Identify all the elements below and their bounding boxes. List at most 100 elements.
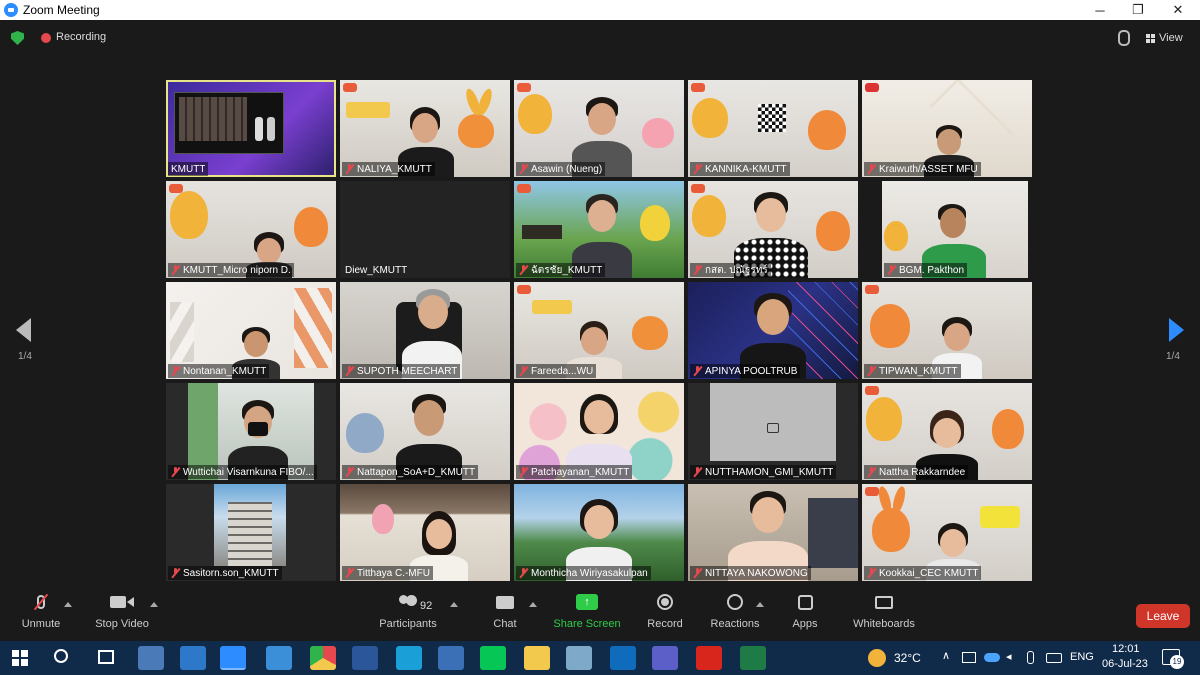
weather-sun-icon[interactable]: [868, 649, 886, 667]
video-tile[interactable]: Monthicha Wiriyasakulpan: [514, 484, 684, 581]
recording-icon: [41, 33, 51, 43]
line-icon[interactable]: [480, 646, 506, 670]
video-tile[interactable]: SUPOTH MEECHART: [340, 282, 510, 379]
acrobat-icon[interactable]: [696, 646, 722, 670]
video-tile[interactable]: Nontanan_KMUTT: [166, 282, 336, 379]
video-camera-icon: [110, 590, 134, 614]
participant-name: Patchayanan_KMUTT: [531, 466, 630, 478]
participant-name: Titthaya C.-MFU: [357, 567, 430, 579]
video-tile[interactable]: KMUTT_Micro niporn D.: [166, 181, 336, 278]
windows-start-icon[interactable]: [12, 650, 28, 666]
input-language[interactable]: ENG: [1070, 651, 1094, 663]
video-tile[interactable]: Fareeda...WU: [514, 282, 684, 379]
off-badge-icon: [343, 83, 357, 92]
video-tile[interactable]: Wuttichai Visarnkuna FIBO/...: [166, 383, 336, 480]
muted-mic-icon: [345, 568, 354, 578]
placeholder-image-icon: [767, 423, 779, 433]
participant-name: KMUTT_Micro niporn D.: [183, 264, 291, 276]
outlook-icon[interactable]: [610, 646, 636, 670]
video-tile[interactable]: Sasitorn.son_KMUTT: [166, 484, 336, 581]
network-icon[interactable]: [962, 652, 976, 663]
video-tile[interactable]: Titthaya C.-MFU: [340, 484, 510, 581]
word-icon[interactable]: [352, 646, 378, 670]
video-tile[interactable]: TIPWAN_KMUTT: [862, 282, 1032, 379]
view-label: View: [1159, 32, 1183, 44]
leave-button[interactable]: Leave: [1136, 604, 1190, 628]
video-tile[interactable]: Nattha Rakkarndee: [862, 383, 1032, 480]
reactions-button[interactable]: Reactions: [710, 590, 760, 636]
video-options-caret[interactable]: [150, 602, 158, 607]
video-tile[interactable]: APINYA POOLTRUB: [688, 282, 858, 379]
unmute-button[interactable]: Unmute: [18, 590, 64, 636]
apps-icon: [797, 590, 813, 614]
edge-icon[interactable]: [396, 646, 422, 670]
participant-name: APINYA POOLTRUB: [705, 365, 798, 377]
stop-video-button[interactable]: Stop Video: [94, 590, 150, 636]
battery-icon[interactable]: [1046, 653, 1062, 663]
muted-microphone-icon: [29, 590, 53, 614]
video-tile[interactable]: Nattapon_SoA+D_KMUTT: [340, 383, 510, 480]
file-explorer-icon[interactable]: [524, 646, 550, 670]
teams-icon[interactable]: [652, 646, 678, 670]
participants-options-caret[interactable]: [450, 602, 458, 607]
store-icon[interactable]: [138, 646, 164, 670]
video-tile[interactable]: Kookkai_CEC KMUTT: [862, 484, 1032, 581]
security-shield-icon[interactable]: [11, 31, 24, 45]
participants-button[interactable]: Participants: [378, 590, 438, 636]
video-tile[interactable]: BGM. Pakthon: [882, 181, 1028, 278]
chrome-icon[interactable]: [310, 646, 336, 670]
restore-icon[interactable]: ❐: [1120, 0, 1156, 20]
next-page-icon[interactable]: [1169, 318, 1184, 342]
reactions-options-caret[interactable]: [756, 602, 764, 607]
volume-icon[interactable]: ◂: [1006, 650, 1012, 663]
video-tile[interactable]: NITTAYA NAKOWONG: [688, 484, 858, 581]
off-badge-icon: [517, 83, 531, 92]
muted-mic-icon: [519, 366, 528, 376]
video-tile[interactable]: กสต. ปณัฐรทร์: [688, 181, 858, 278]
chat-button[interactable]: Chat: [490, 590, 520, 636]
previous-page-icon[interactable]: [16, 318, 31, 342]
search-icon[interactable]: [54, 649, 68, 663]
whiteboard-icon: [875, 590, 893, 614]
record-button[interactable]: Record: [645, 590, 685, 636]
clock-time[interactable]: 12:01: [1112, 643, 1140, 655]
video-tile[interactable]: Asawin (Nueng): [514, 80, 684, 177]
video-tile[interactable]: Patchayanan_KMUTT: [514, 383, 684, 480]
minimize-icon[interactable]: ─: [1082, 0, 1118, 20]
share-screen-button[interactable]: ↑ Share Screen: [553, 590, 621, 636]
muted-mic-icon: [519, 164, 528, 174]
task-view-icon[interactable]: [98, 650, 114, 664]
notepad-icon[interactable]: [566, 646, 592, 670]
video-tile[interactable]: KANNIKA-KMUTT: [688, 80, 858, 177]
onedrive-icon[interactable]: [984, 653, 1000, 662]
clock-date[interactable]: 06-Jul-23: [1102, 658, 1148, 670]
apps-button[interactable]: Apps: [790, 590, 820, 636]
photos-icon[interactable]: [438, 646, 464, 670]
video-tile[interactable]: ฉัตรชัย_KMUTT: [514, 181, 684, 278]
participant-name: Kraiwuth/ASSET MFU: [879, 163, 978, 175]
video-tile[interactable]: NUTTHAMON_GMI_KMUTT: [688, 383, 858, 480]
video-tile[interactable]: NALIYA_KMUTT: [340, 80, 510, 177]
close-icon[interactable]: ✕: [1160, 0, 1196, 20]
zoom-taskbar-icon[interactable]: [220, 646, 246, 670]
microphone-icon[interactable]: [1027, 651, 1034, 664]
smiley-face-icon: [727, 590, 743, 614]
video-tile[interactable]: KMUTT: [166, 80, 336, 177]
view-button[interactable]: View: [1146, 29, 1183, 47]
notification-count: 19: [1170, 655, 1184, 669]
muted-mic-icon: [693, 164, 702, 174]
excel-icon[interactable]: [740, 646, 766, 670]
tray-expand-icon[interactable]: ∧: [942, 649, 950, 662]
muted-mic-icon: [887, 265, 896, 275]
audio-options-caret[interactable]: [64, 602, 72, 607]
speaker-view-icon[interactable]: [1118, 30, 1130, 46]
participant-name: BGM. Pakthon: [899, 264, 965, 276]
mail-icon[interactable]: [266, 646, 292, 670]
chat-options-caret[interactable]: [529, 602, 537, 607]
video-tile[interactable]: Kraiwuth/ASSET MFU: [862, 80, 1032, 177]
video-tile[interactable]: Diew_KMUTT: [340, 181, 510, 278]
off-badge-icon: [865, 487, 879, 496]
chat-icon: [496, 590, 514, 614]
whiteboards-button[interactable]: Whiteboards: [852, 590, 916, 636]
internet-explorer-icon[interactable]: [180, 646, 206, 670]
